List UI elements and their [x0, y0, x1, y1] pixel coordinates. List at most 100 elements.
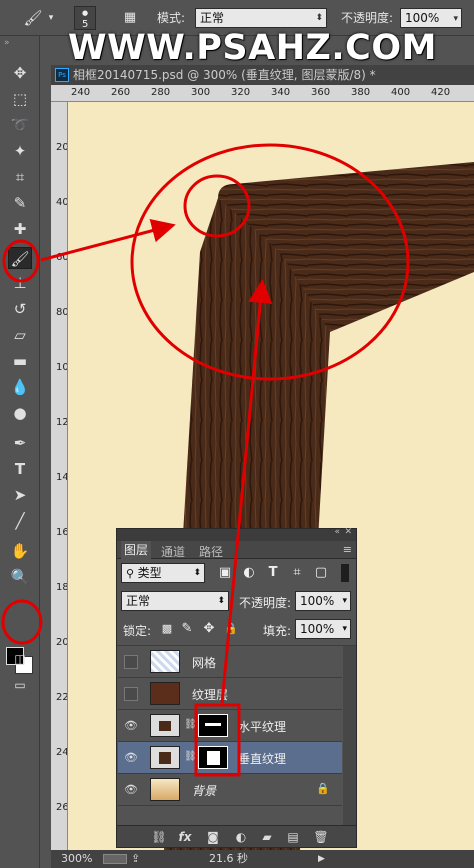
visibility-toggle[interactable] [124, 655, 138, 669]
brush-tool-icon[interactable]: 🖌 [22, 7, 44, 29]
ruler-label: 200 [56, 637, 67, 648]
ruler-label: 400 [391, 87, 411, 98]
type-tool-icon[interactable]: T [8, 458, 32, 480]
tab-layers[interactable]: 图层 [121, 541, 152, 559]
layer-opacity-field[interactable]: 100% ▾ [295, 591, 351, 611]
opacity-field[interactable]: 100% ▾ [400, 8, 462, 28]
filter-shape-icon[interactable]: ⌗ [289, 565, 305, 581]
document-tab[interactable]: Ps 相框20140715.psd @ 300% (垂直纹理, 图层蒙版/8) … [51, 65, 474, 85]
blur-tool-icon[interactable]: 💧 [8, 376, 32, 398]
ruler-label: 180 [56, 582, 67, 593]
fill-field[interactable]: 100% ▾ [295, 619, 351, 639]
trash-icon[interactable]: 🗑 [313, 829, 329, 845]
lock-label: 锁定: [123, 624, 152, 638]
layer-row-selected[interactable]: 👁 ⛓ 垂直纹理 [118, 742, 342, 774]
filter-type-icon[interactable]: T [265, 565, 281, 581]
lock-icon: 🔒 [316, 782, 330, 795]
layers-list: 网格 纹理层 👁 ⛓ 水平纹理 👁 ⛓ 垂直纹理 👁 背景 🔒 [117, 645, 356, 826]
eraser-tool-icon[interactable]: ▱ [8, 324, 32, 346]
ruler-label: 340 [271, 87, 291, 98]
ruler-label: 360 [311, 87, 331, 98]
mode-select[interactable]: 正常 ⬍ [195, 8, 327, 28]
status-menu-arrow-icon[interactable]: ▶ [318, 850, 325, 868]
filter-pixel-icon[interactable]: ▣ [217, 565, 233, 581]
lock-pixels-brush-icon[interactable]: ✎ [179, 621, 195, 637]
marquee-tool-icon[interactable]: ⬚ [8, 88, 32, 110]
collapse-arrows-icon[interactable]: « [334, 527, 340, 537]
magic-wand-tool-icon[interactable]: ✦ [8, 140, 32, 162]
eye-icon[interactable]: 👁 [124, 783, 138, 797]
opacity-value: 100% [405, 11, 440, 25]
ruler-label: 420 [431, 87, 451, 98]
new-layer-icon[interactable]: ▤ [285, 829, 301, 845]
fx-button[interactable]: fx [177, 829, 193, 845]
eyedropper-tool-icon[interactable]: ✎ [8, 192, 32, 214]
tab-channels[interactable]: 通道 [161, 543, 185, 560]
layer-thumbnail [150, 746, 180, 769]
filter-kind-select[interactable]: ⚲ 类型 ⬍ [121, 563, 205, 583]
chevron-down-icon: ⬍ [193, 568, 201, 578]
crop-tool-icon[interactable]: ⌗ [8, 166, 32, 188]
line-tool-icon[interactable]: ╱ [8, 510, 32, 532]
chevron-down-icon: ▾ [342, 596, 347, 606]
visibility-toggle[interactable] [124, 687, 138, 701]
quick-mask-icon[interactable]: ◫ [8, 648, 32, 670]
brush-size-field[interactable]: ● 5 [74, 6, 96, 30]
status-toggle-icon[interactable] [103, 854, 127, 864]
dodge-tool-icon[interactable]: ● [8, 402, 32, 424]
add-mask-icon[interactable]: ◙ [205, 829, 221, 845]
link-layers-icon[interactable]: ⛓ [151, 829, 167, 845]
brush-preset-dropdown-icon[interactable]: ▾ [46, 7, 56, 29]
lasso-tool-icon[interactable]: ➰ [8, 114, 32, 136]
lock-all-icon[interactable]: 🔒 [223, 621, 239, 637]
pen-tool-icon[interactable]: ✒ [8, 432, 32, 454]
filter-toggle-icon[interactable] [341, 564, 349, 582]
ruler-label: 100 [56, 362, 67, 373]
move-tool-icon[interactable]: ✥ [8, 62, 32, 84]
layers-scrollbar[interactable] [343, 646, 356, 826]
ruler-label: 60 [56, 252, 68, 263]
zoom-tool-icon[interactable]: 🔍 [8, 566, 32, 588]
clone-stamp-tool-icon[interactable]: ⊥ [8, 272, 32, 294]
blend-mode-select[interactable]: 正常 ⬍ [121, 591, 229, 611]
hand-tool-icon[interactable]: ✋ [8, 540, 32, 562]
layer-row[interactable]: 👁 ⛓ 水平纹理 [118, 710, 342, 742]
collapse-arrows-icon[interactable]: » [4, 38, 10, 48]
ruler-label: 220 [56, 692, 67, 703]
zoom-level[interactable]: 300% [61, 850, 92, 868]
screen-mode-icon[interactable]: ▭ [8, 674, 32, 696]
ruler-label: 260 [111, 87, 131, 98]
brush-panel-toggle-icon[interactable]: ▦ [120, 7, 140, 29]
panel-menu-icon[interactable]: ≡ [343, 543, 352, 556]
close-icon[interactable]: ✕ [344, 527, 352, 537]
status-bar: 300% ⇪ 21.6 秒 ▶ [51, 850, 474, 868]
healing-brush-tool-icon[interactable]: ✚ [8, 218, 32, 240]
layer-thumbnail [150, 714, 180, 737]
ruler-label: 40 [56, 197, 68, 208]
ruler-label: 160 [56, 527, 67, 538]
link-icon[interactable]: ⛓ [184, 719, 197, 730]
ruler-label: 80 [56, 307, 68, 318]
adjustment-layer-icon[interactable]: ◐ [233, 829, 249, 845]
layer-name: 垂直纹理 [238, 752, 287, 766]
link-icon[interactable]: ⛓ [184, 751, 197, 762]
share-icon[interactable]: ⇪ [131, 850, 140, 868]
layer-row[interactable]: 纹理层 [118, 678, 342, 710]
new-group-icon[interactable]: ▰ [259, 829, 275, 845]
filter-adjustment-icon[interactable]: ◐ [241, 565, 257, 581]
layer-name: 背景 [192, 784, 217, 798]
path-selection-tool-icon[interactable]: ➤ [8, 484, 32, 506]
gradient-tool-icon[interactable]: ▬ [8, 350, 32, 372]
eye-icon[interactable]: 👁 [124, 751, 138, 765]
eye-icon[interactable]: 👁 [124, 719, 138, 733]
lock-position-icon[interactable]: ✥ [201, 621, 217, 637]
brush-tool-icon[interactable]: 🖌 [8, 247, 32, 269]
filter-smart-object-icon[interactable]: ▢ [313, 565, 329, 581]
tab-paths[interactable]: 路径 [199, 543, 223, 560]
history-brush-tool-icon[interactable]: ↺ [8, 298, 32, 320]
layer-mask-thumbnail[interactable] [198, 746, 228, 769]
layer-row[interactable]: 👁 背景 🔒 [118, 774, 342, 806]
layer-row[interactable]: 网格 [118, 646, 342, 678]
lock-transparent-icon[interactable]: ▩ [159, 621, 175, 637]
layer-mask-thumbnail[interactable] [198, 714, 228, 737]
